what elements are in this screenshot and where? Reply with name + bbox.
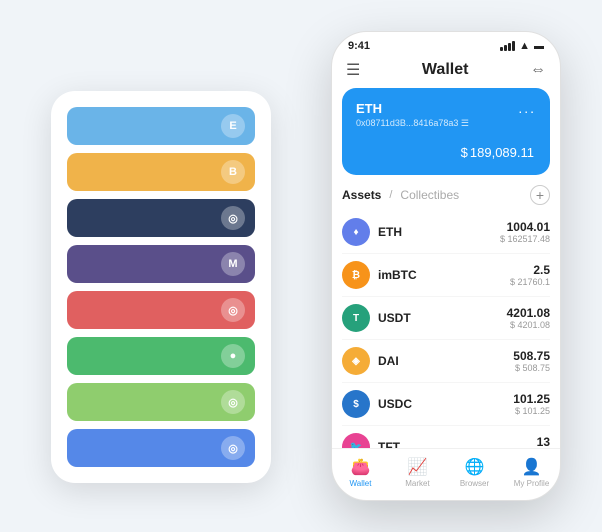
phone-content: ETH ... 0x08711d3B...8416a78a3 ☰ $189,08… [332, 88, 560, 448]
assets-tabs: Assets / Collectibes [342, 188, 459, 202]
nav-icon-browser: 🌐 [465, 457, 485, 477]
add-asset-button[interactable]: + [530, 185, 550, 205]
asset-icon-usdt: T [342, 304, 370, 332]
wifi-icon: ▲ [519, 40, 530, 52]
card-item-icon: B [221, 160, 245, 184]
scene: EB ◎ M ◎ ● ◎ ◎ 9:41 ▲ ▬ ☰ Wallet ⇔ [21, 21, 581, 511]
card-item[interactable]: ◎ [67, 199, 255, 237]
asset-name-imbtc: imBTC [378, 268, 510, 282]
asset-amount-secondary-dai: $ 508.75 [513, 363, 550, 373]
eth-card-title: ETH [356, 101, 382, 116]
eth-card-balance: $189,089.11 [356, 137, 536, 163]
asset-amounts-tft: 130 [537, 435, 550, 448]
currency-symbol: $ [461, 145, 468, 160]
asset-row[interactable]: T USDT4201.08$ 4201.08 [342, 297, 550, 340]
asset-amount-primary-eth: 1004.01 [500, 220, 550, 234]
eth-card-menu[interactable]: ... [518, 100, 536, 116]
signal-icon [500, 41, 515, 51]
card-item[interactable]: ◎ [67, 383, 255, 421]
card-item-icon: ◎ [221, 206, 245, 230]
card-item-icon: ● [221, 344, 245, 368]
balance-amount: 189,089.11 [470, 145, 534, 160]
eth-card-header: ETH ... [356, 100, 536, 116]
asset-amount-secondary-imbtc: $ 21760.1 [510, 277, 550, 287]
nav-item-browser[interactable]: 🌐 Browser [446, 457, 503, 488]
phone-mockup: 9:41 ▲ ▬ ☰ Wallet ⇔ ETH [331, 31, 561, 501]
card-item-icon: ◎ [221, 298, 245, 322]
battery-icon: ▬ [534, 41, 544, 52]
nav-icon-my-profile: 👤 [522, 457, 542, 477]
asset-amount-primary-imbtc: 2.5 [510, 263, 550, 277]
nav-label-browser: Browser [460, 479, 489, 488]
asset-icon-dai: ◈ [342, 347, 370, 375]
card-item-icon: E [221, 114, 245, 138]
asset-name-tft: TFT [378, 440, 537, 448]
nav-item-wallet[interactable]: 👛 Wallet [332, 457, 389, 488]
tab-collectibles[interactable]: Collectibes [400, 188, 459, 202]
nav-label-market: Market [405, 479, 429, 488]
asset-icon-eth: ♦ [342, 218, 370, 246]
card-item-icon: M [221, 252, 245, 276]
asset-row[interactable]: $ USDC101.25$ 101.25 [342, 383, 550, 426]
asset-icon-imbtc: ₿ [342, 261, 370, 289]
card-item-icon: ◎ [221, 436, 245, 460]
tab-separator: / [389, 189, 392, 201]
eth-card[interactable]: ETH ... 0x08711d3B...8416a78a3 ☰ $189,08… [342, 88, 550, 175]
asset-name-eth: ETH [378, 225, 500, 239]
asset-icon-usdc: $ [342, 390, 370, 418]
asset-amount-secondary-eth: $ 162517.48 [500, 234, 550, 244]
asset-name-usdt: USDT [378, 311, 507, 325]
asset-row[interactable]: ♦ ETH1004.01$ 162517.48 [342, 211, 550, 254]
asset-list: ♦ ETH1004.01$ 162517.48 ₿ imBTC2.5$ 21760.1… [342, 211, 550, 448]
asset-amounts-dai: 508.75$ 508.75 [513, 349, 550, 373]
asset-amount-primary-usdc: 101.25 [513, 392, 550, 406]
asset-row[interactable]: ◈ DAI508.75$ 508.75 [342, 340, 550, 383]
asset-amount-primary-dai: 508.75 [513, 349, 550, 363]
asset-row[interactable]: ₿ imBTC2.5$ 21760.1 [342, 254, 550, 297]
asset-amounts-usdt: 4201.08$ 4201.08 [507, 306, 550, 330]
asset-amount-secondary-usdc: $ 101.25 [513, 406, 550, 416]
status-icons: ▲ ▬ [500, 40, 544, 52]
nav-item-my-profile[interactable]: 👤 My Profile [503, 457, 560, 488]
card-item-icon: ◎ [221, 390, 245, 414]
phone-header: ☰ Wallet ⇔ [332, 56, 560, 88]
page-title: Wallet [422, 61, 469, 79]
asset-amount-primary-tft: 13 [537, 435, 550, 448]
status-bar: 9:41 ▲ ▬ [332, 32, 560, 56]
asset-amount-primary-usdt: 4201.08 [507, 306, 550, 320]
card-item[interactable]: M [67, 245, 255, 283]
menu-icon[interactable]: ☰ [346, 60, 360, 80]
asset-amounts-eth: 1004.01$ 162517.48 [500, 220, 550, 244]
asset-icon-tft: 🐦 [342, 433, 370, 448]
card-stack: EB ◎ M ◎ ● ◎ ◎ [51, 91, 271, 483]
card-item[interactable]: ● [67, 337, 255, 375]
asset-amount-secondary-usdt: $ 4201.08 [507, 320, 550, 330]
card-item[interactable]: ◎ [67, 429, 255, 467]
asset-row[interactable]: 🐦 TFT130 [342, 426, 550, 448]
asset-amounts-imbtc: 2.5$ 21760.1 [510, 263, 550, 287]
assets-header: Assets / Collectibes + [342, 185, 550, 205]
eth-card-address: 0x08711d3B...8416a78a3 ☰ [356, 118, 536, 129]
nav-icon-wallet: 👛 [351, 457, 371, 477]
nav-icon-market: 📈 [408, 457, 428, 477]
asset-name-usdc: USDC [378, 397, 513, 411]
time-display: 9:41 [348, 40, 370, 52]
bottom-nav: 👛 Wallet 📈 Market 🌐 Browser 👤 My Profile [332, 448, 560, 500]
nav-label-my-profile: My Profile [514, 479, 550, 488]
card-item[interactable]: ◎ [67, 291, 255, 329]
nav-item-market[interactable]: 📈 Market [389, 457, 446, 488]
card-item[interactable]: B [67, 153, 255, 191]
card-item[interactable]: E [67, 107, 255, 145]
tab-assets[interactable]: Assets [342, 188, 381, 202]
nav-label-wallet: Wallet [350, 479, 372, 488]
asset-amounts-usdc: 101.25$ 101.25 [513, 392, 550, 416]
expand-icon[interactable]: ⇔ [530, 61, 546, 79]
asset-name-dai: DAI [378, 354, 513, 368]
